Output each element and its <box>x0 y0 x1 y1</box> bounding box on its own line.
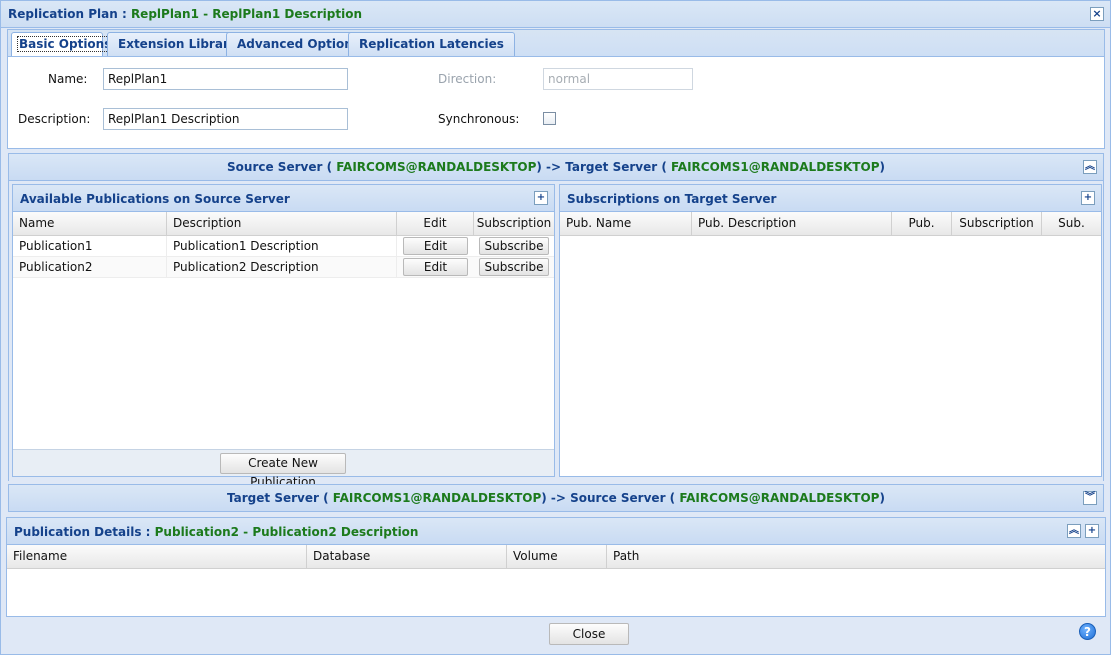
direction-label: Direction: <box>438 72 497 86</box>
col-path[interactable]: Path <box>607 545 1105 568</box>
source-target-text-2: ) -> Target Server ( <box>536 160 671 174</box>
subscriptions-title: Subscriptions on Target Server <box>567 192 777 206</box>
col-pub-name[interactable]: Pub. Name <box>560 212 692 235</box>
add-icon[interactable]: + <box>534 191 548 205</box>
publication-name: Publication2 <box>13 257 167 277</box>
expand-icon[interactable]: ︾ <box>1083 491 1097 505</box>
window-title: Replication Plan : ReplPlan1 - ReplPlan1… <box>8 7 362 21</box>
collapse-icon[interactable]: ︽ <box>1083 160 1097 174</box>
col-pub-description[interactable]: Pub. Description <box>692 212 892 235</box>
target-source-text-2: ) -> Source Server ( <box>541 491 680 505</box>
subscribe-button[interactable]: Subscribe <box>479 237 549 255</box>
details-column-headers: Filename Database Volume Path <box>7 545 1105 569</box>
tab-replication-latencies[interactable]: Replication Latencies <box>348 32 515 56</box>
add-icon[interactable]: + <box>1085 524 1099 538</box>
publication-details-panel: Publication Details : Publication2 - Pub… <box>6 517 1106 617</box>
col-sub[interactable]: Sub. <box>1042 212 1101 235</box>
collapse-icon[interactable]: ︽ <box>1067 524 1081 538</box>
col-edit[interactable]: Edit <box>397 212 474 235</box>
help-icon[interactable]: ? <box>1079 623 1096 640</box>
source-server-name: FAIRCOMS@RANDALDESKTOP <box>336 160 537 174</box>
publication-details-prefix: Publication Details : <box>14 525 155 539</box>
close-icon[interactable]: × <box>1090 7 1104 21</box>
name-label: Name: <box>48 72 88 86</box>
tab-basic-options-label: Basic Options <box>17 36 114 52</box>
table-row[interactable]: Publication2 Publication2 Description Ed… <box>13 257 554 278</box>
subscriptions-panel: Subscriptions on Target Server + Pub. Na… <box>559 184 1102 477</box>
source-server-name: FAIRCOMS@RANDALDESKTOP <box>679 491 880 505</box>
subscriptions-header: Subscriptions on Target Server + <box>560 185 1101 212</box>
subscribe-button[interactable]: Subscribe <box>479 258 549 276</box>
window-title-detail: ReplPlan1 - ReplPlan1 Description <box>130 7 363 21</box>
available-publications-header: Available Publications on Source Server … <box>13 185 554 212</box>
available-publications-panel: Available Publications on Source Server … <box>12 184 555 489</box>
description-label: Description: <box>18 112 91 126</box>
source-target-text-3: ) <box>879 160 885 174</box>
add-icon[interactable]: + <box>1081 191 1095 205</box>
tab-strip: Basic Options Extension Library Advanced… <box>7 29 1105 57</box>
window-title-prefix: Replication Plan : <box>8 7 131 21</box>
publication-details-name: Publication2 - Publication2 Description <box>154 525 419 539</box>
col-pub[interactable]: Pub. <box>892 212 952 235</box>
close-button[interactable]: Close <box>549 623 629 645</box>
col-description[interactable]: Description <box>167 212 397 235</box>
window-titlebar[interactable]: Replication Plan : ReplPlan1 - ReplPlan1… <box>1 1 1110 28</box>
name-field[interactable] <box>103 68 348 90</box>
direction-field <box>543 68 693 90</box>
col-subscription[interactable]: Subscription <box>952 212 1042 235</box>
target-source-text-3: ) <box>879 491 885 505</box>
description-field[interactable] <box>103 108 348 130</box>
target-to-source-bar[interactable]: Target Server ( FAIRCOMS1@RANDALDESKTOP)… <box>8 484 1104 512</box>
publication-details-header: Publication Details : Publication2 - Pub… <box>7 518 1105 545</box>
synchronous-checkbox[interactable] <box>543 112 556 125</box>
target-server-name: FAIRCOMS1@RANDALDESKTOP <box>332 491 542 505</box>
replication-plan-window: Replication Plan : ReplPlan1 - ReplPlan1… <box>0 0 1111 655</box>
source-to-target-bar[interactable]: Source Server ( FAIRCOMS@RANDALDESKTOP) … <box>8 153 1104 181</box>
edit-button[interactable]: Edit <box>403 258 468 276</box>
target-server-name: FAIRCOMS1@RANDALDESKTOP <box>670 160 880 174</box>
publication-description: Publication2 Description <box>167 257 397 277</box>
publications-column-headers: Name Description Edit Subscription <box>13 212 554 236</box>
table-row[interactable]: Publication1 Publication1 Description Ed… <box>13 236 554 257</box>
synchronous-label: Synchronous: <box>438 112 520 126</box>
server-panels-container: Available Publications on Source Server … <box>8 181 1104 489</box>
col-volume[interactable]: Volume <box>507 545 607 568</box>
basic-options-form: Name: Description: Direction: Synchronou… <box>7 56 1105 149</box>
target-source-text-1: Target Server ( <box>227 491 333 505</box>
source-target-text-1: Source Server ( <box>227 160 337 174</box>
publication-description: Publication1 Description <box>167 236 397 256</box>
publication-name: Publication1 <box>13 236 167 256</box>
col-filename[interactable]: Filename <box>7 545 307 568</box>
edit-button[interactable]: Edit <box>403 237 468 255</box>
tab-basic-options[interactable]: Basic Options <box>11 32 114 57</box>
subscriptions-column-headers: Pub. Name Pub. Description Pub. Subscrip… <box>560 212 1101 236</box>
create-new-publication-button[interactable]: Create New Publication <box>220 453 346 489</box>
available-publications-title: Available Publications on Source Server <box>20 192 290 206</box>
col-name[interactable]: Name <box>13 212 167 235</box>
publications-footer: Create New Publication <box>13 449 554 489</box>
col-database[interactable]: Database <box>307 545 507 568</box>
col-subscription[interactable]: Subscription <box>474 212 554 235</box>
